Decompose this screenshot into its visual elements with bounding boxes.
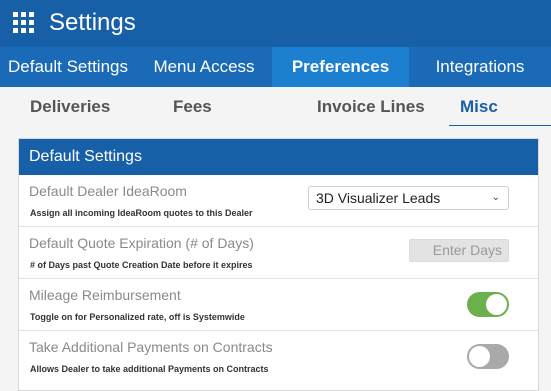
setting-label: Mileage Reimbursement xyxy=(29,287,181,303)
grid-menu-icon[interactable] xyxy=(13,12,34,33)
setting-row-quote-expiration: Default Quote Expiration (# of Days) # o… xyxy=(19,227,538,279)
chevron-down-icon: ⌄ xyxy=(491,192,500,203)
setting-description: Allows Dealer to take additional Payment… xyxy=(30,364,269,374)
panel-title: Default Settings xyxy=(19,139,538,175)
active-subtab-indicator xyxy=(449,125,551,126)
default-settings-panel: Default Settings Default Dealer IdeaRoom… xyxy=(18,138,539,391)
sub-tabs: Deliveries Fees Invoice Lines Misc xyxy=(0,87,551,127)
quote-expiration-days-input[interactable]: Enter Days xyxy=(409,239,509,262)
toggle-knob xyxy=(486,294,507,315)
tab-integrations[interactable]: Integrations xyxy=(409,47,551,87)
subtab-deliveries[interactable]: Deliveries xyxy=(30,87,110,127)
subtab-invoice-lines[interactable]: Invoice Lines xyxy=(317,87,425,127)
setting-row-default-dealer: Default Dealer IdeaRoom Assign all incom… xyxy=(19,175,538,227)
setting-label: Default Quote Expiration (# of Days) xyxy=(29,235,254,251)
setting-label: Take Additional Payments on Contracts xyxy=(29,339,273,355)
app-header: Settings xyxy=(0,0,551,47)
tab-default-settings[interactable]: Default Settings xyxy=(0,47,136,87)
setting-description: # of Days past Quote Creation Date befor… xyxy=(30,260,253,270)
subtab-misc[interactable]: Misc xyxy=(460,87,498,127)
page-title: Settings xyxy=(49,9,136,36)
setting-description: Toggle on for Personalized rate, off is … xyxy=(30,312,245,322)
additional-payments-toggle[interactable] xyxy=(467,344,509,369)
tab-preferences[interactable]: Preferences xyxy=(272,47,409,87)
toggle-knob xyxy=(469,346,490,367)
setting-label: Default Dealer IdeaRoom xyxy=(29,183,187,199)
setting-row-mileage-reimbursement: Mileage Reimbursement Toggle on for Pers… xyxy=(19,279,538,331)
subtab-fees[interactable]: Fees xyxy=(173,87,212,127)
tab-menu-access[interactable]: Menu Access xyxy=(136,47,272,87)
main-tabs: Default Settings Menu Access Preferences… xyxy=(0,47,551,87)
select-value: 3D Visualizer Leads xyxy=(316,190,441,206)
setting-row-additional-payments: Take Additional Payments on Contracts Al… xyxy=(19,331,538,383)
default-dealer-select[interactable]: 3D Visualizer Leads ⌄ xyxy=(308,186,509,210)
mileage-reimbursement-toggle[interactable] xyxy=(467,292,509,317)
setting-description: Assign all incoming IdeaRoom quotes to t… xyxy=(30,208,253,218)
